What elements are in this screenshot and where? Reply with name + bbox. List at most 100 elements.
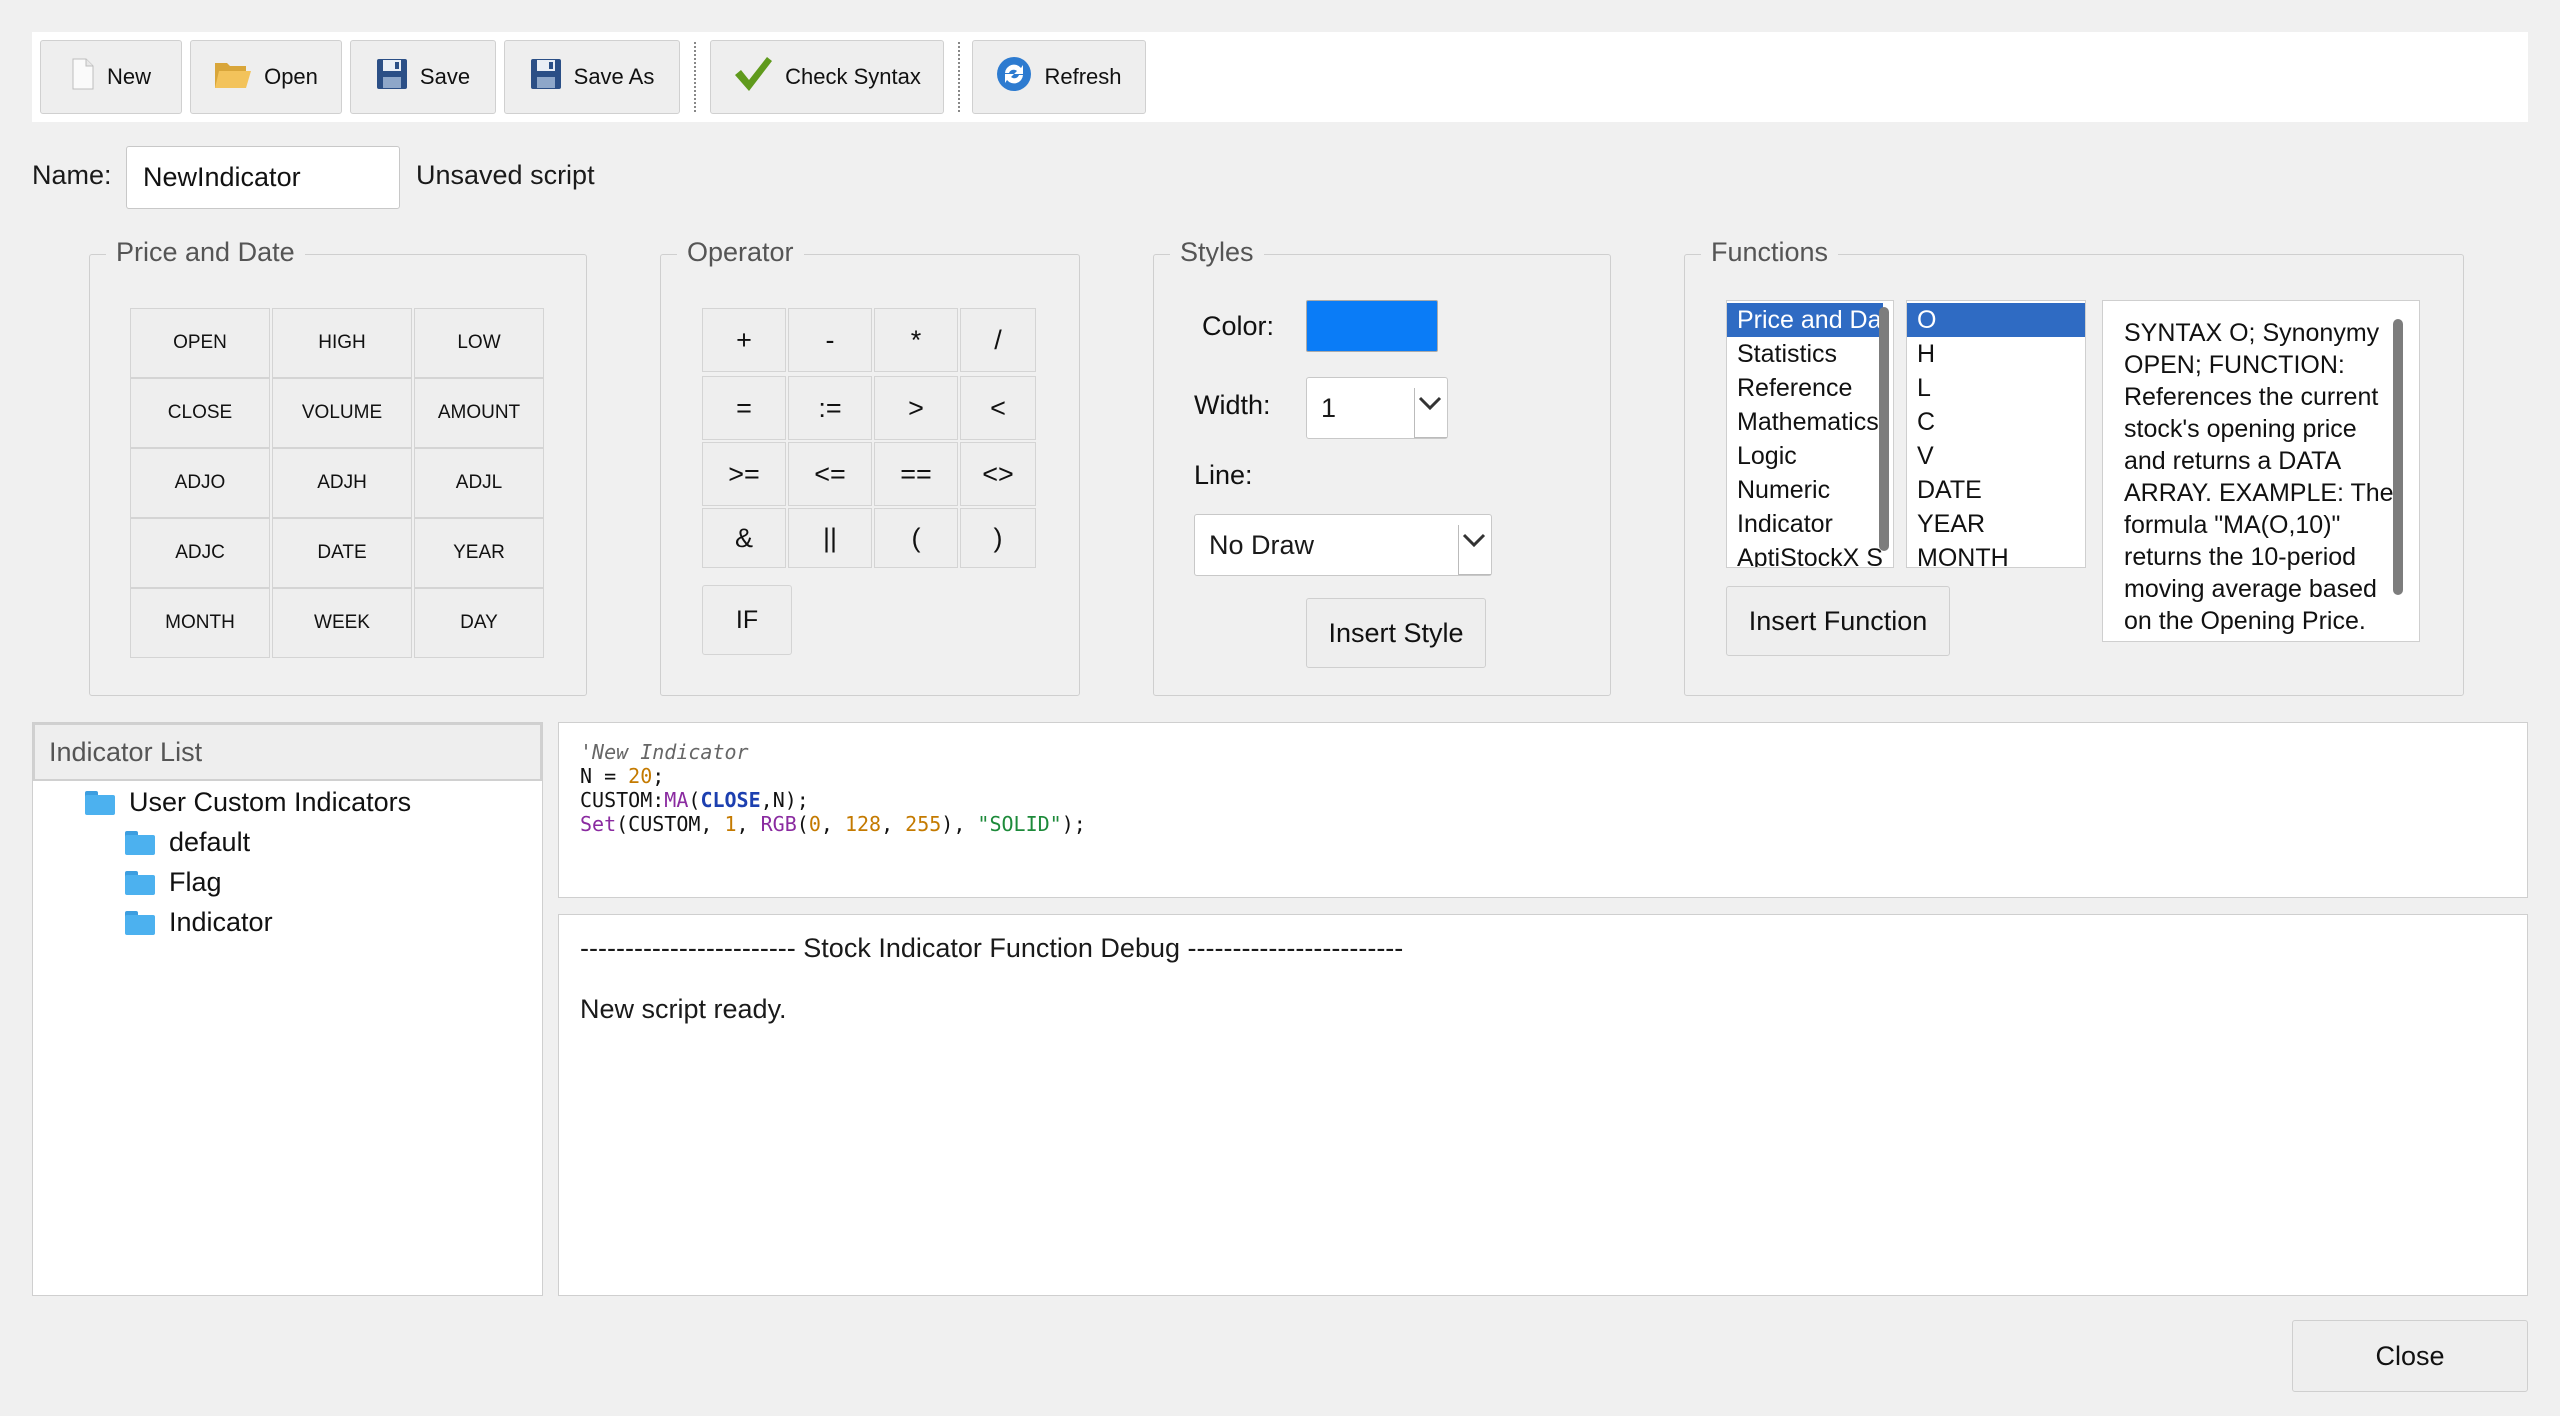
price-button-month[interactable]: MONTH bbox=[130, 588, 270, 658]
code-token: , bbox=[881, 812, 906, 836]
price-button-volume[interactable]: VOLUME bbox=[272, 378, 412, 448]
save-button[interactable]: Save bbox=[350, 40, 496, 114]
script-status: Unsaved script bbox=[416, 160, 595, 190]
operator-button[interactable]: <= bbox=[788, 442, 872, 506]
function-item[interactable]: DATE bbox=[1907, 473, 2085, 507]
price-button-year[interactable]: YEAR bbox=[414, 518, 544, 588]
function-category-list[interactable]: Price and DateStatisticsReferenceMathema… bbox=[1726, 300, 1894, 568]
operator-button[interactable]: <> bbox=[960, 442, 1036, 506]
function-item[interactable]: O bbox=[1907, 303, 2085, 337]
code-line: CUSTOM:MA(CLOSE,N); bbox=[580, 788, 2527, 812]
color-picker[interactable] bbox=[1306, 300, 1438, 352]
function-item-list[interactable]: O H L C V DATE YEAR MONTH bbox=[1906, 300, 2086, 568]
check-syntax-button[interactable]: Check Syntax bbox=[710, 40, 944, 114]
operator-button[interactable]: ( bbox=[874, 508, 958, 568]
price-button-date[interactable]: DATE bbox=[272, 518, 412, 588]
description-line: formula "MA(O,10)" bbox=[2124, 511, 2341, 539]
code-token: ,N); bbox=[760, 788, 809, 812]
price-button-week[interactable]: WEEK bbox=[272, 588, 412, 658]
price-button-high[interactable]: HIGH bbox=[272, 308, 412, 378]
price-button-adjc[interactable]: ADJC bbox=[130, 518, 270, 588]
function-category-item[interactable]: Numeric bbox=[1727, 473, 1883, 507]
operator-button[interactable]: & bbox=[702, 508, 786, 568]
code-token: , bbox=[736, 812, 761, 836]
function-item[interactable]: MONTH bbox=[1907, 541, 2085, 567]
function-category-item[interactable]: Statistics bbox=[1727, 337, 1883, 371]
tree-item-indicator[interactable]: Indicator bbox=[125, 907, 273, 938]
function-item[interactable]: L bbox=[1907, 371, 2085, 405]
operator-button[interactable]: := bbox=[788, 376, 872, 440]
chevron-down-icon bbox=[1458, 525, 1491, 575]
function-item[interactable]: YEAR bbox=[1907, 507, 2085, 541]
name-input[interactable] bbox=[126, 146, 400, 209]
operator-button[interactable]: + bbox=[702, 308, 786, 372]
width-select[interactable]: 1 bbox=[1306, 377, 1448, 439]
new-file-icon bbox=[71, 58, 95, 96]
price-button-day[interactable]: DAY bbox=[414, 588, 544, 658]
save-as-button[interactable]: Save As bbox=[504, 40, 680, 114]
category-scrollbar[interactable] bbox=[1879, 307, 1889, 551]
description-line: returns the 10-period bbox=[2124, 543, 2357, 571]
folder-icon bbox=[125, 830, 155, 855]
toolbar: New Open Save Save As Check Syntax Refre… bbox=[32, 32, 2528, 122]
line-label: Line: bbox=[1194, 460, 1253, 490]
description-line: References the current bbox=[2124, 383, 2379, 411]
price-button-adjh[interactable]: ADJH bbox=[272, 448, 412, 518]
description-line: ARRAY. EXAMPLE: The bbox=[2124, 479, 2394, 507]
operator-button[interactable]: > bbox=[874, 376, 958, 440]
floppy-disk-icon bbox=[376, 58, 408, 96]
code-function: RGB bbox=[760, 812, 797, 836]
indicator-list-panel: Indicator List User Custom Indicators de… bbox=[32, 722, 543, 1296]
operator-button[interactable]: - bbox=[788, 308, 872, 372]
price-button-open[interactable]: OPEN bbox=[130, 308, 270, 378]
price-button-low[interactable]: LOW bbox=[414, 308, 544, 378]
function-item[interactable]: C bbox=[1907, 405, 2085, 439]
code-number: 0 bbox=[808, 812, 821, 836]
tree-item-user-custom-indicators[interactable]: User Custom Indicators bbox=[85, 787, 411, 818]
price-button-amount[interactable]: AMOUNT bbox=[414, 378, 544, 448]
code-number: 255 bbox=[905, 812, 942, 836]
code-token: CUSTOM: bbox=[580, 788, 665, 812]
tree-item-label: Flag bbox=[169, 867, 222, 897]
folder-icon bbox=[85, 790, 115, 815]
function-category-item[interactable]: Mathematics bbox=[1727, 405, 1883, 439]
folder-icon bbox=[125, 870, 155, 895]
function-category-item[interactable]: Logic bbox=[1727, 439, 1883, 473]
price-button-adjo[interactable]: ADJO bbox=[130, 448, 270, 518]
price-button-close[interactable]: CLOSE bbox=[130, 378, 270, 448]
script-editor[interactable]: 'New Indicator N = 20; CUSTOM:MA(CLOSE,N… bbox=[558, 722, 2528, 898]
description-scrollbar[interactable] bbox=[2393, 319, 2403, 595]
code-number: 128 bbox=[844, 812, 882, 836]
function-item[interactable]: H bbox=[1907, 337, 2085, 371]
if-button[interactable]: IF bbox=[702, 585, 792, 655]
function-category-item[interactable]: Indicator bbox=[1727, 507, 1883, 541]
price-button-adjl[interactable]: ADJL bbox=[414, 448, 544, 518]
function-item[interactable]: V bbox=[1907, 439, 2085, 473]
operator-button[interactable]: == bbox=[874, 442, 958, 506]
line-select[interactable]: No Draw bbox=[1194, 514, 1492, 576]
refresh-button[interactable]: Refresh bbox=[972, 40, 1146, 114]
operator-button[interactable]: || bbox=[788, 508, 872, 568]
operator-button[interactable]: >= bbox=[702, 442, 786, 506]
code-keyword: CLOSE bbox=[700, 788, 761, 812]
function-category-item[interactable]: AptiStockX Sc bbox=[1727, 541, 1883, 567]
close-button[interactable]: Close bbox=[2292, 1320, 2528, 1392]
open-button[interactable]: Open bbox=[190, 40, 342, 114]
save-as-button-label: Save As bbox=[573, 64, 655, 89]
code-line: N = 20; bbox=[580, 764, 2527, 788]
operator-button[interactable]: * bbox=[874, 308, 958, 372]
code-function: Set bbox=[580, 812, 617, 836]
new-button[interactable]: New bbox=[40, 40, 182, 114]
operator-button[interactable]: / bbox=[960, 308, 1036, 372]
insert-style-button[interactable]: Insert Style bbox=[1306, 598, 1486, 668]
function-category-item[interactable]: Reference bbox=[1727, 371, 1883, 405]
operator-button[interactable]: ) bbox=[960, 508, 1036, 568]
insert-function-button[interactable]: Insert Function bbox=[1726, 586, 1950, 656]
tree-item-flag[interactable]: Flag bbox=[125, 867, 222, 898]
tree-item-default[interactable]: default bbox=[125, 827, 250, 858]
operator-button[interactable]: < bbox=[960, 376, 1036, 440]
operator-button[interactable]: = bbox=[702, 376, 786, 440]
function-category-item[interactable]: Price and Date bbox=[1727, 303, 1883, 337]
price-and-date-title: Price and Date bbox=[106, 237, 305, 268]
name-label: Name: bbox=[32, 160, 112, 190]
